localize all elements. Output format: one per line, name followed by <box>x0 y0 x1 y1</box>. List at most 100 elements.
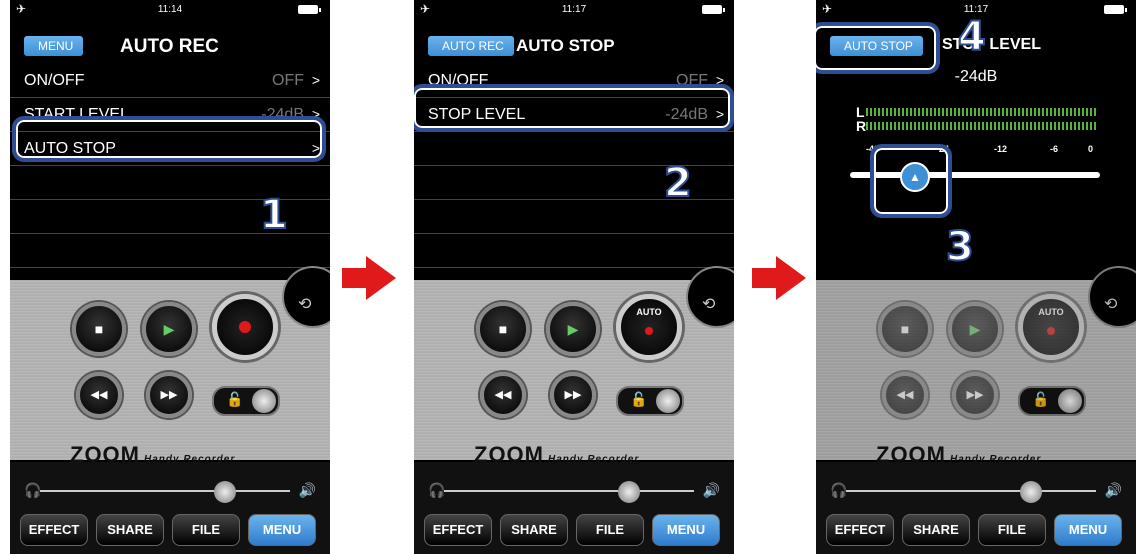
step-number: 1 <box>259 191 289 239</box>
step-highlight <box>816 22 940 74</box>
slider-knob[interactable] <box>1020 481 1042 503</box>
record-icon <box>239 321 251 333</box>
lock-toggle[interactable]: 🔓 <box>212 386 280 416</box>
toggle-knob <box>252 389 276 413</box>
play-button[interactable]: ▶ <box>546 302 600 356</box>
tab-effect[interactable]: EFFECT <box>20 514 88 546</box>
slider-knob[interactable] <box>214 481 236 503</box>
nav-bar: MENU AUTO REC <box>10 28 330 62</box>
volume-slider[interactable]: 🎧 🔊 <box>830 481 1122 503</box>
tick-label: 0 <box>1088 144 1094 154</box>
tab-bar: EFFECT SHARE FILE MENU <box>826 514 1126 546</box>
step-highlight <box>12 116 326 162</box>
stop-button[interactable]: ■ <box>72 302 126 356</box>
status-time: 11:14 <box>157 4 183 15</box>
transport-panel: ⟲ ■ ▶ AUTO ◀◀ ▶▶ 🔓 ZOOM Handy Recorder <box>414 266 734 467</box>
slider-track <box>846 490 1096 492</box>
toggle-knob <box>656 389 680 413</box>
tab-share[interactable]: SHARE <box>500 514 568 546</box>
headphones-icon: 🎧 <box>830 482 848 498</box>
fast-forward-button[interactable]: ▶▶ <box>146 372 192 418</box>
step-number: 3 <box>945 223 975 271</box>
rewind-button[interactable]: ◀◀ <box>76 372 122 418</box>
tab-menu[interactable]: MENU <box>1054 514 1122 546</box>
tab-bar: EFFECT SHARE FILE MENU <box>20 514 320 546</box>
transport-panel: ⟲ ■ ▶ ◀◀ ▶▶ 🔓 ZOOM Handy Recorder <box>10 266 330 467</box>
back-button[interactable]: MENU <box>24 36 84 56</box>
rotate-button[interactable]: ⟲ <box>282 266 330 328</box>
play-button[interactable]: ▶ <box>142 302 196 356</box>
fast-forward-button[interactable]: ▶▶ <box>550 372 596 418</box>
speaker-icon: 🔊 <box>1104 482 1122 498</box>
tab-share[interactable]: SHARE <box>902 514 970 546</box>
play-icon: ▶ <box>567 321 579 337</box>
screen-auto-stop: ✈ 11:17 AUTO REC AUTO STOP ON/OFF OFF > … <box>414 0 734 554</box>
status-bar: ✈ 11:14 <box>10 0 330 20</box>
tab-share[interactable]: SHARE <box>96 514 164 546</box>
tab-effect[interactable]: EFFECT <box>424 514 492 546</box>
step-number: 4 <box>957 13 987 61</box>
slider-knob[interactable] <box>618 481 640 503</box>
screen-auto-rec: ✈ 11:14 MENU AUTO REC ON/OFF OFF > START… <box>10 0 330 554</box>
auto-label: AUTO <box>1038 307 1064 317</box>
lock-icon: 🔓 <box>1032 391 1050 407</box>
slider-track <box>40 490 290 492</box>
arrow-right-icon <box>752 256 806 300</box>
lock-icon: 🔓 <box>630 391 648 407</box>
fast-forward-icon: ▶▶ <box>160 389 178 401</box>
slider-track <box>444 490 694 492</box>
play-button[interactable]: ▶ <box>948 302 1002 356</box>
empty-row <box>10 234 330 268</box>
row-label: ON/OFF <box>24 72 85 89</box>
bottom-bar: 🎧 🔊 EFFECT SHARE FILE MENU <box>816 462 1136 554</box>
back-button[interactable]: AUTO REC <box>428 36 514 56</box>
speaker-icon: 🔊 <box>298 482 316 498</box>
rewind-button[interactable]: ◀◀ <box>882 372 928 418</box>
auto-record-button[interactable]: AUTO <box>1018 294 1084 360</box>
rotate-button[interactable]: ⟲ <box>686 266 734 328</box>
battery-icon <box>1104 5 1127 14</box>
tab-effect[interactable]: EFFECT <box>826 514 894 546</box>
rewind-button[interactable]: ◀◀ <box>480 372 526 418</box>
arrow-right-icon <box>342 256 396 300</box>
rewind-icon: ◀◀ <box>90 389 108 401</box>
rotate-button[interactable]: ⟲ <box>1088 266 1136 328</box>
auto-record-button[interactable]: AUTO <box>616 294 682 360</box>
transport-panel: ⟲ ■ ▶ AUTO ◀◀ ▶▶ 🔓 ZOOM Handy Recorder <box>816 266 1136 467</box>
stop-button[interactable]: ■ <box>476 302 530 356</box>
play-icon: ▶ <box>163 321 175 337</box>
rotate-icon: ⟲ <box>702 296 716 313</box>
rewind-icon: ◀◀ <box>896 389 914 401</box>
stop-icon: ■ <box>94 321 104 337</box>
volume-slider[interactable]: 🎧 🔊 <box>428 481 720 503</box>
tab-file[interactable]: FILE <box>172 514 240 546</box>
stop-button[interactable]: ■ <box>878 302 932 356</box>
tab-file[interactable]: FILE <box>978 514 1046 546</box>
fast-forward-icon: ▶▶ <box>966 389 984 401</box>
tab-menu[interactable]: MENU <box>248 514 316 546</box>
fast-forward-button[interactable]: ▶▶ <box>952 372 998 418</box>
record-icon <box>1047 327 1055 335</box>
rotate-icon: ⟲ <box>298 296 312 313</box>
row-value: OFF <box>272 72 304 89</box>
tab-file[interactable]: FILE <box>576 514 644 546</box>
bottom-bar: 🎧 🔊 EFFECT SHARE FILE MENU <box>414 462 734 554</box>
toggle-knob <box>1058 389 1082 413</box>
play-icon: ▶ <box>969 321 981 337</box>
screen-stop-level: ✈ 11:17 AUTO STOP STOP LEVEL -24dB L R -… <box>816 0 1136 554</box>
page-title: AUTO STOP <box>516 36 615 55</box>
rewind-icon: ◀◀ <box>494 389 512 401</box>
volume-slider[interactable]: 🎧 🔊 <box>24 481 316 503</box>
status-time: 11:17 <box>561 4 587 15</box>
auto-label: AUTO <box>636 307 662 317</box>
row-on-off[interactable]: ON/OFF OFF > <box>10 64 330 98</box>
speaker-icon: 🔊 <box>702 482 720 498</box>
lock-icon: 🔓 <box>226 391 244 407</box>
bottom-bar: 🎧 🔊 EFFECT SHARE FILE MENU <box>10 462 330 554</box>
record-button[interactable] <box>212 294 278 360</box>
lock-toggle[interactable]: 🔓 <box>1018 386 1086 416</box>
tab-menu[interactable]: MENU <box>652 514 720 546</box>
step-highlight <box>870 144 952 218</box>
lock-toggle[interactable]: 🔓 <box>616 386 684 416</box>
tick-label: -6 <box>1050 144 1059 154</box>
